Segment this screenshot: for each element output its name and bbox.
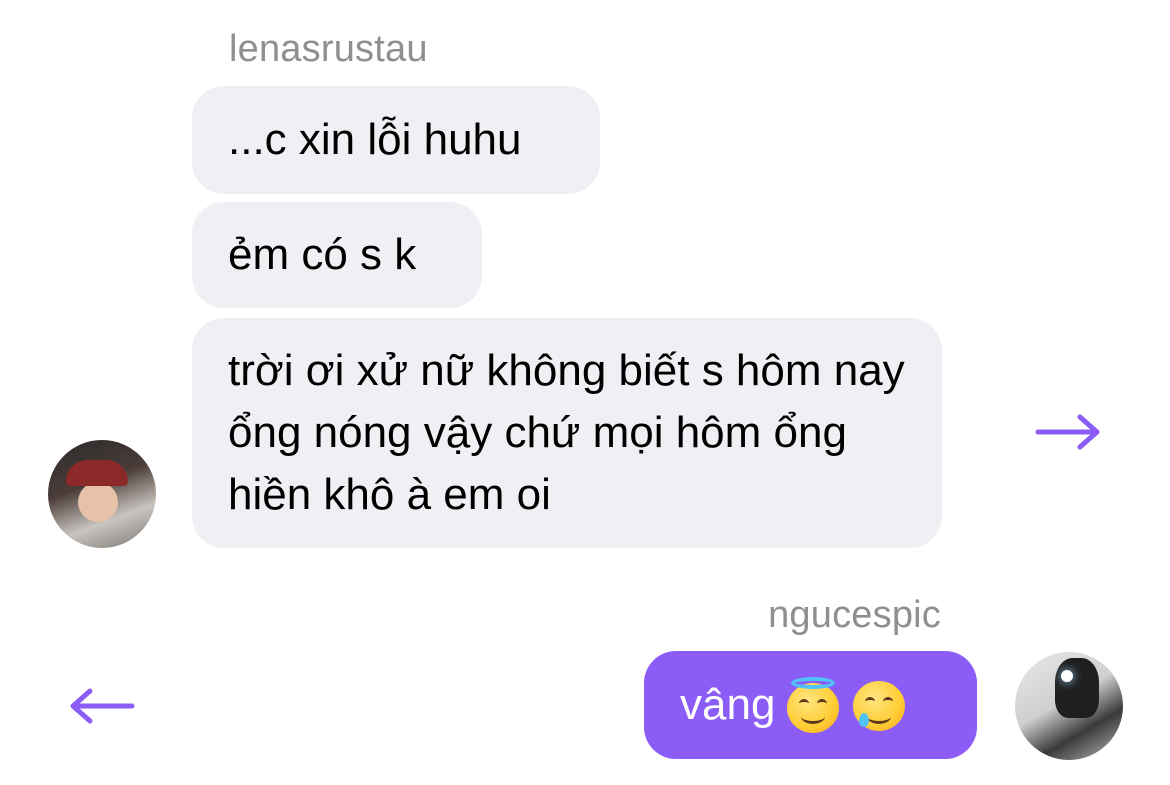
outgoing-message-bubble[interactable]: vâng (644, 651, 977, 759)
incoming-sender-avatar[interactable] (48, 440, 156, 548)
incoming-message-bubble[interactable]: trời ơi xử nữ không biết s hôm nay ổng n… (192, 318, 942, 548)
smiling-face-with-halo-icon (785, 677, 841, 733)
arrow-left-icon[interactable] (66, 686, 136, 726)
incoming-message-bubble[interactable]: ẻm có s k (192, 202, 482, 308)
incoming-sender-name: lenasrustau (229, 28, 428, 70)
incoming-message-bubble[interactable]: ...c xin lỗi huhu (192, 86, 600, 194)
message-text: ...c xin lỗi huhu (228, 115, 522, 164)
smiling-face-with-tear-icon (851, 677, 907, 733)
message-text: ẻm có s k (228, 230, 417, 279)
outgoing-sender-avatar[interactable] (1015, 652, 1123, 760)
outgoing-sender-name: ngucespic (768, 594, 941, 636)
arrow-right-icon[interactable] (1034, 412, 1104, 452)
message-text: trời ơi xử nữ không biết s hôm nay ổng n… (228, 346, 905, 519)
message-text: vâng (680, 680, 776, 729)
